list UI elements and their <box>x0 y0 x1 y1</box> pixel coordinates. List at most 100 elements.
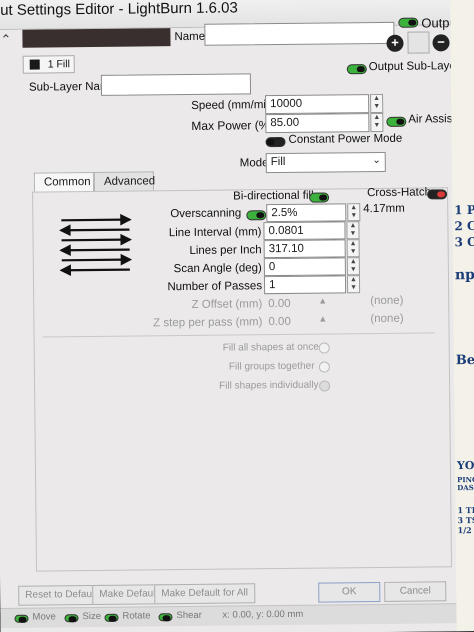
chevron-up-icon[interactable]: ⌃ <box>0 32 11 48</box>
speed-label: Speed (mm/min) <box>191 99 277 112</box>
cancel-label: Cancel <box>399 585 431 597</box>
paper-text-5: Bee <box>455 352 474 369</box>
cancel-button[interactable]: Cancel <box>384 581 447 602</box>
sublayer-tab-label: 1 Fill <box>47 58 70 71</box>
settings-window: ⌃ Name Output + − 1 Fill Output Sub-Laye… <box>0 15 461 632</box>
reset-default-label: Reset to Default <box>25 588 98 601</box>
reset-default-button[interactable]: Reset to Default <box>18 584 105 606</box>
overscanning-label: Overscanning <box>170 207 242 221</box>
rotate-toggle[interactable] <box>104 613 119 622</box>
overscanning-mm: 4.17mm <box>363 202 405 216</box>
bidirectional-toggle[interactable] <box>309 192 330 203</box>
constant-power-toggle[interactable] <box>265 136 286 148</box>
z-step-label: Z step per pass (mm) <box>153 316 263 330</box>
sublayer-button-gap <box>407 31 430 54</box>
paper-text-6: YO <box>456 458 474 473</box>
fill-groups-label: Fill groups together <box>228 360 315 373</box>
ok-label: OK <box>341 586 357 598</box>
make-default-all-label: Make Default for All <box>161 587 249 600</box>
overscanning-input[interactable]: 2.5% <box>266 203 347 223</box>
status-size: Size <box>82 610 102 623</box>
z-step-none: (none) <box>370 312 404 326</box>
paper-text-2: 2 C <box>454 218 474 234</box>
passes-input[interactable]: 1 <box>263 275 347 295</box>
screen: ut Settings Editor - LightBurn 1.6.03 ⌃ … <box>0 0 474 632</box>
window-title: ut Settings Editor - LightBurn 1.6.03 <box>0 0 238 19</box>
lines-per-inch-label: Lines per Inch <box>189 244 262 257</box>
layer-swatch <box>29 59 40 70</box>
speed-input[interactable]: 10000 <box>265 94 370 115</box>
make-default-label: Make Default <box>99 588 159 600</box>
bidirectional-arrows-icon <box>59 213 133 276</box>
paper-text-10: 3 TS <box>457 514 474 526</box>
make-default-all-button[interactable]: Make Default for All <box>154 583 256 605</box>
sublayer-tab[interactable]: 1 Fill <box>22 55 75 74</box>
coordinates-readout: x: 0.00, y: 0.00 mm <box>222 608 304 621</box>
divider <box>42 332 435 338</box>
paper-text-9: 1 TB <box>457 504 474 516</box>
paper-text-11: 1/2 O <box>457 525 474 536</box>
z-offset-value[interactable]: 0.00 <box>268 298 291 310</box>
bidirectional-label: Bi-directional fill <box>233 189 314 203</box>
status-move: Move <box>32 611 56 623</box>
mode-select[interactable]: Fill ⌄ <box>265 151 386 174</box>
scan-angle-input[interactable]: 0 <box>263 257 346 277</box>
lines-per-inch-input[interactable]: 317.10 <box>263 239 346 259</box>
air-assist-label: Air Assist <box>408 113 456 126</box>
layer-color-bar <box>22 28 171 48</box>
line-interval-spinner[interactable]: ▲ ▼ <box>346 221 360 240</box>
line-interval-label: Line Interval (mm) <box>168 226 262 240</box>
overscanning-spinner[interactable]: ▲ ▼ <box>347 203 361 222</box>
overscanning-toggle[interactable] <box>246 210 267 221</box>
max-power-spinner[interactable]: ▲ ▼ <box>370 112 384 133</box>
constant-power-label: Constant Power Mode <box>288 132 403 146</box>
lines-per-inch-spinner[interactable]: ▲ ▼ <box>346 239 360 258</box>
scan-angle-label: Scan Angle (deg) <box>173 262 262 276</box>
fill-all-label: Fill all shapes at once <box>222 341 319 354</box>
chevron-down-icon: ⌄ <box>372 154 381 167</box>
mode-select-value: Fill <box>270 155 286 169</box>
speed-spinner[interactable]: ▲ ▼ <box>370 93 384 114</box>
name-input[interactable] <box>204 21 395 46</box>
fill-groups-radio[interactable] <box>318 361 330 373</box>
z-step-spinner[interactable]: ▲ <box>318 314 327 324</box>
fill-individually-label: Fill shapes individually <box>219 379 319 392</box>
name-label: Name <box>174 30 206 44</box>
max-power-input[interactable]: 85.00 <box>265 113 370 134</box>
size-toggle[interactable] <box>64 614 79 623</box>
output-sublayer-toggle[interactable] <box>346 64 367 75</box>
output-toggle[interactable] <box>398 17 419 28</box>
add-sublayer-icon[interactable]: + <box>386 34 404 52</box>
tab-advanced[interactable]: Advanced <box>93 171 156 192</box>
remove-sublayer-icon[interactable]: − <box>432 34 450 52</box>
fill-all-radio[interactable] <box>318 342 330 354</box>
paper-text-4: npe <box>454 266 474 284</box>
sublayer-name-input[interactable] <box>100 73 252 96</box>
move-toggle[interactable] <box>14 614 29 623</box>
fill-settings-panel: Bi-directional fill Cross-Hatch Overscan… <box>32 186 453 572</box>
status-shear: Shear <box>176 609 202 622</box>
line-interval-input[interactable]: 0.0801 <box>263 221 346 241</box>
mode-label: Mode <box>239 157 269 170</box>
crosshatch-label: Cross-Hatch <box>367 186 432 200</box>
paper-text-8: DASH <box>457 482 474 493</box>
crosshatch-toggle[interactable] <box>427 189 448 200</box>
z-step-value[interactable]: 0.00 <box>268 316 291 328</box>
paper-text-1: 1 P <box>454 202 474 218</box>
z-offset-spinner[interactable]: ▲ <box>318 296 327 306</box>
fill-individually-radio[interactable] <box>319 380 331 392</box>
passes-label: Number of Passes <box>167 280 263 294</box>
tab-advanced-label: Advanced <box>103 175 156 188</box>
output-sublayer-label: Output Sub-Layer <box>368 60 460 74</box>
z-offset-none: (none) <box>370 294 404 308</box>
scan-angle-spinner[interactable]: ▲ ▼ <box>346 257 360 276</box>
paper-text-3: 3 OU <box>454 234 474 250</box>
air-assist-toggle[interactable] <box>386 116 407 127</box>
status-rotate: Rotate <box>122 610 151 622</box>
passes-spinner[interactable]: ▲ ▼ <box>346 275 361 294</box>
tab-common[interactable]: Common <box>33 171 95 193</box>
ok-button[interactable]: OK <box>318 581 381 603</box>
shear-toggle[interactable] <box>158 613 173 622</box>
status-bar: Move Size Rotate Shear x: 0.00, y: 0.00 … <box>0 603 461 628</box>
max-power-label: Max Power (%) <box>191 118 274 133</box>
